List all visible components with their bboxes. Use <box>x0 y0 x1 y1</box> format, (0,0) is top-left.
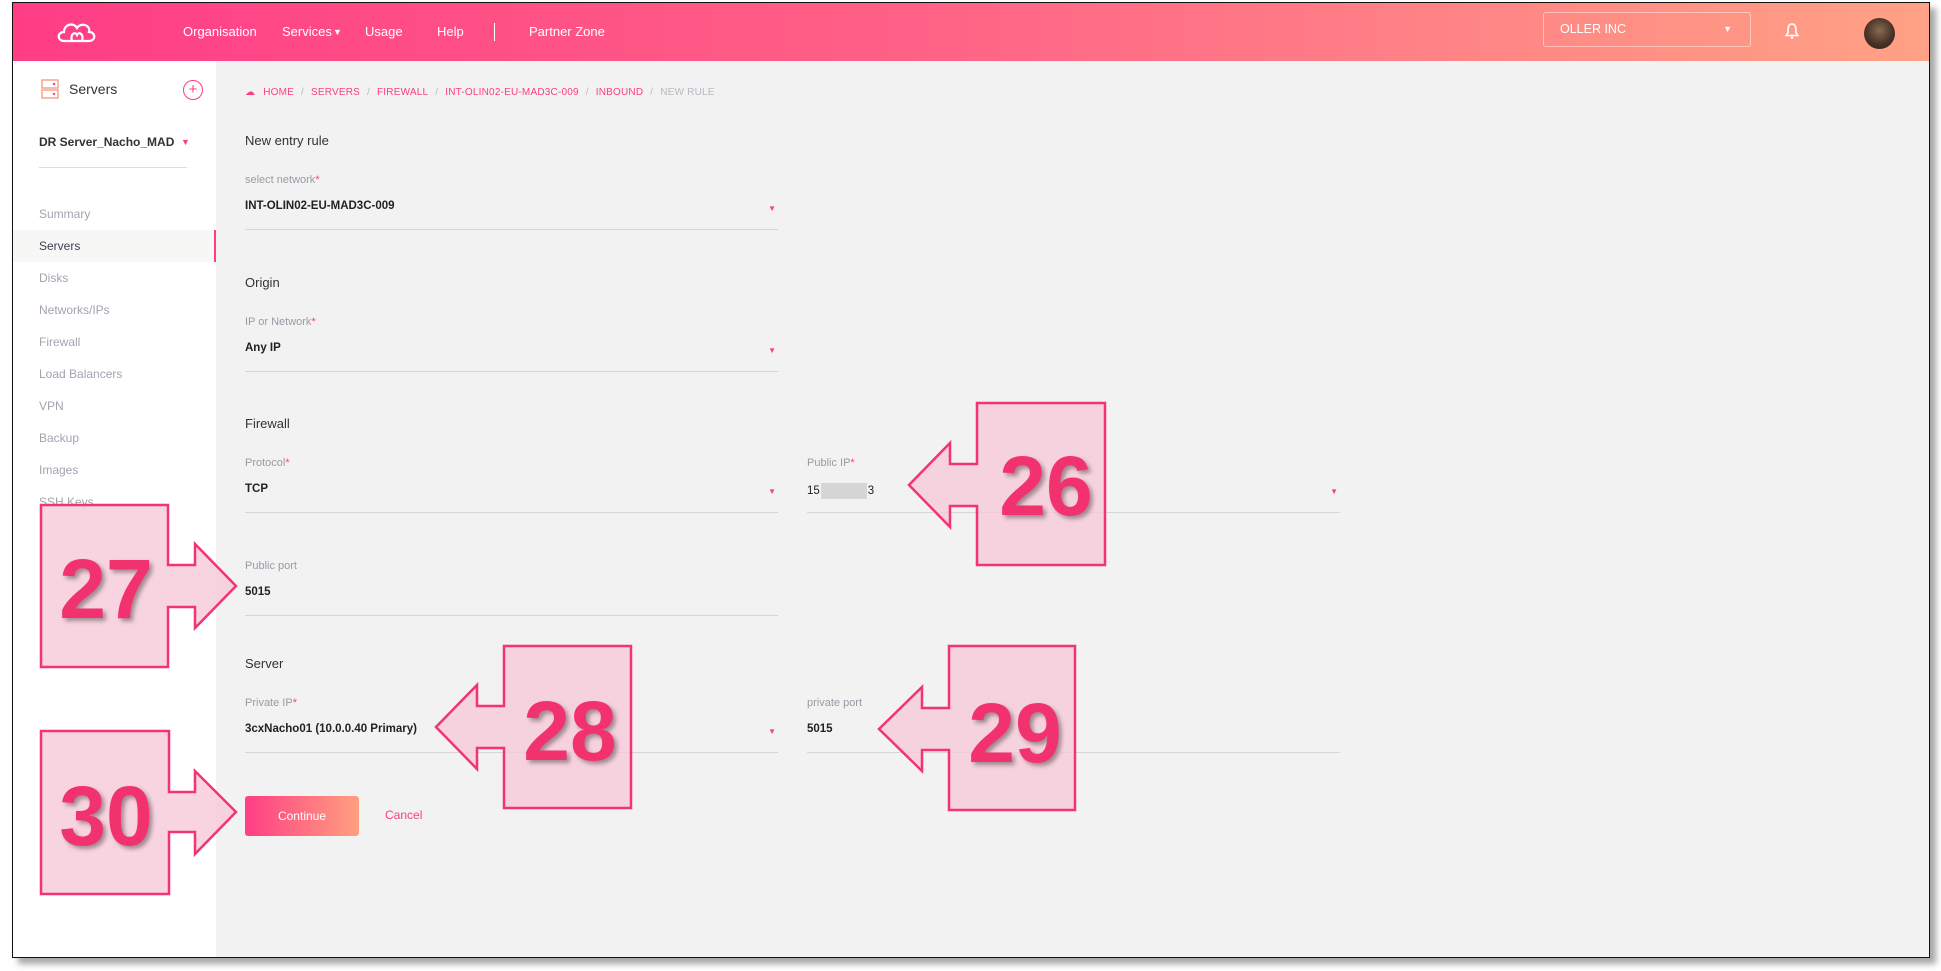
callout-number: 29 <box>968 686 1061 780</box>
callout-28: 28 <box>434 644 633 810</box>
callout-number: 30 <box>59 769 152 863</box>
callout-27: 27 <box>39 503 238 669</box>
callout-number: 26 <box>999 439 1092 533</box>
callout-number: 28 <box>523 684 616 778</box>
callout-30: 30 <box>39 729 238 896</box>
annotation-overlay: 26 27 28 29 30 <box>39 401 1107 896</box>
callout-29: 29 <box>877 644 1077 812</box>
callout-26: 26 <box>907 401 1107 567</box>
callout-number: 27 <box>59 542 152 636</box>
